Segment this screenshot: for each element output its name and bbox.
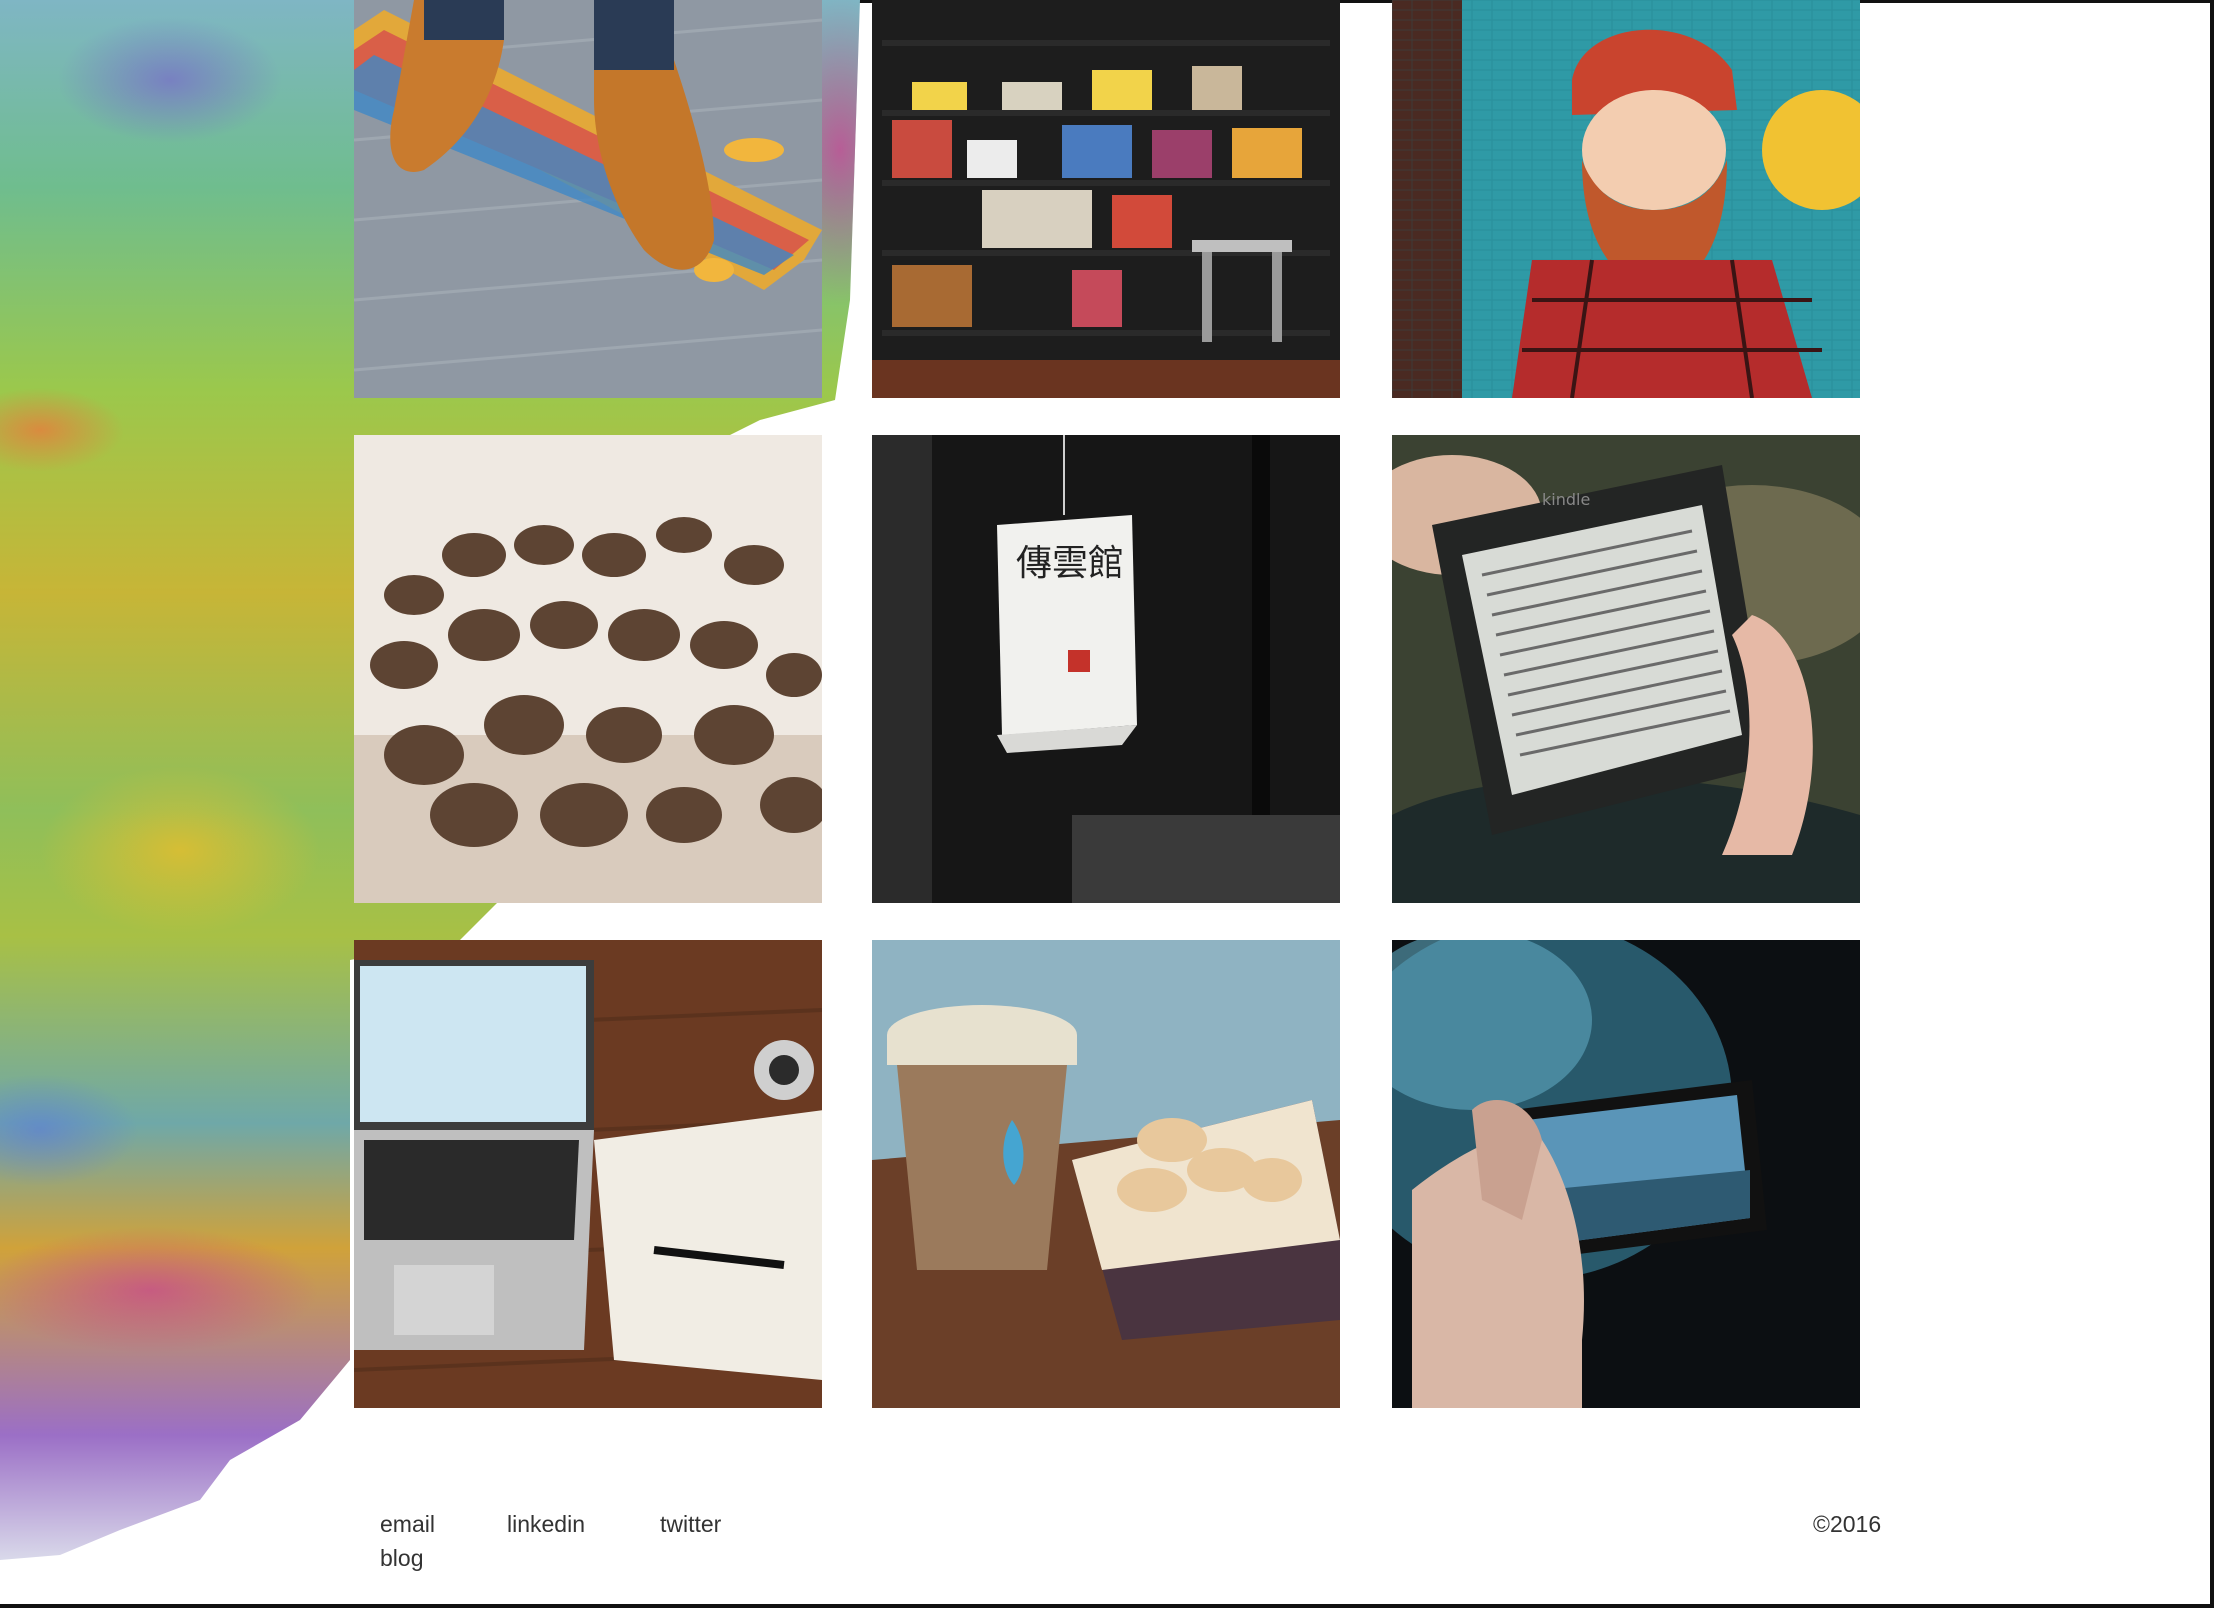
paper-lantern-image: 傳雲館 [872, 435, 1340, 903]
gallery-tile-coffee-cup-macarons[interactable] [872, 940, 1340, 1408]
footer-link-blog[interactable]: blog [380, 1545, 423, 1572]
window-bottom-border [0, 1604, 2214, 1608]
bearded-man-mural-image [1392, 0, 1860, 399]
coffee-beans-image [354, 435, 822, 903]
footer-link-email[interactable]: email [380, 1511, 435, 1538]
footer-link-twitter[interactable]: twitter [660, 1511, 721, 1538]
gallery-tile-phone-photo-city[interactable] [1392, 940, 1860, 1408]
copyright-text: ©2016 [1813, 1511, 1882, 1537]
skateboard-shoes-image [354, 0, 822, 398]
footer-link-linkedin[interactable]: linkedin [507, 1511, 585, 1538]
kindle-label: kindle [1542, 490, 1590, 509]
gallery-tile-coffee-beans[interactable] [354, 435, 822, 903]
gallery-tile-bookshelf[interactable] [872, 0, 1340, 468]
bookshelf-image [872, 0, 1340, 398]
gallery-tile-laptop-notebook[interactable] [354, 940, 822, 1408]
lantern-text: 傳雲館 [1016, 543, 1124, 584]
window-right-border [2210, 0, 2214, 1608]
kindle-reader-image: kindle [1392, 435, 1860, 903]
gallery-tile-paper-lantern[interactable]: 傳雲館 [872, 435, 1340, 903]
laptop-notebook-image [354, 940, 822, 1408]
gallery-tile-kindle-reader[interactable]: kindle [1392, 435, 1860, 903]
phone-photo-city-image [1392, 940, 1860, 1408]
gallery-tile-bearded-man-mural[interactable] [1392, 0, 1860, 468]
coffee-cup-macarons-image [872, 940, 1340, 1408]
gallery-tile-skateboard-shoes[interactable] [354, 0, 822, 468]
